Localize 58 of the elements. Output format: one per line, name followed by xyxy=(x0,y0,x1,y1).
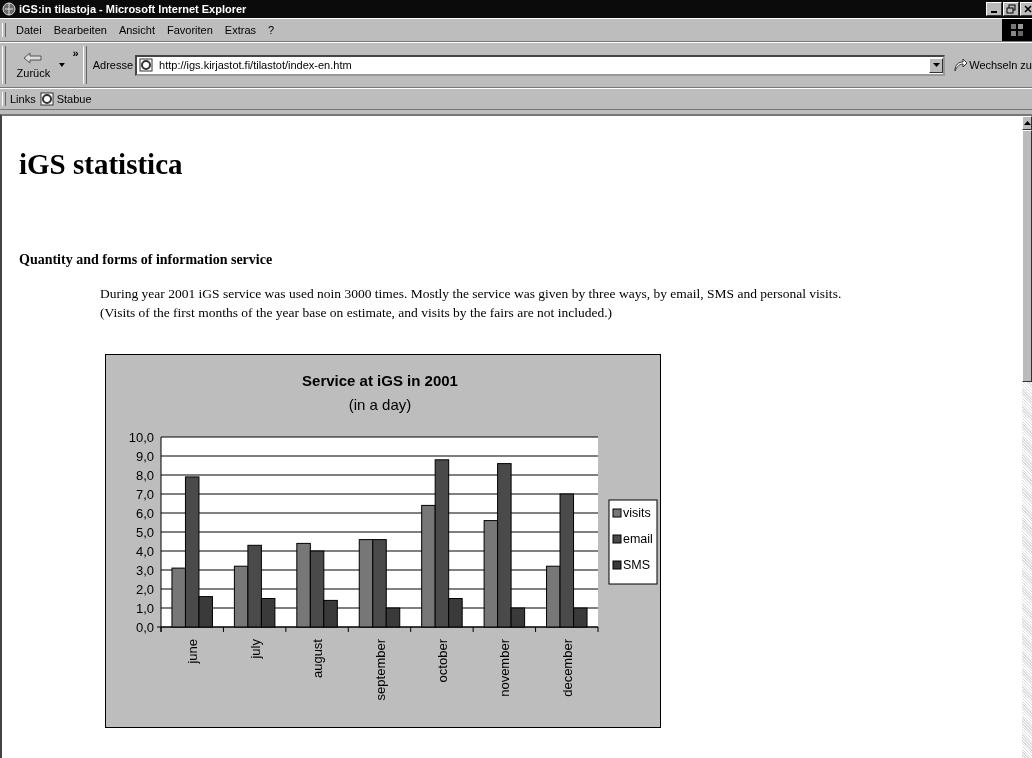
page-heading: iGS statistica xyxy=(19,148,184,181)
close-button[interactable] xyxy=(1020,2,1032,16)
menu-item[interactable]: Bearbeiten xyxy=(47,24,113,36)
scroll-up-button[interactable] xyxy=(1022,116,1032,130)
legend-label: SMS xyxy=(623,558,651,572)
x-tick-label: november xyxy=(497,639,513,697)
caret-icon xyxy=(932,63,940,67)
y-tick-label: 10,0 xyxy=(128,430,154,445)
legend-label: email xyxy=(623,532,653,546)
x-tick-label: august xyxy=(310,639,326,679)
menu-item[interactable]: ? xyxy=(262,24,281,36)
curved-arrow-icon xyxy=(953,58,968,72)
scrollbar[interactable] xyxy=(1022,116,1032,758)
y-tick-label: 1,0 xyxy=(135,601,154,616)
dropdown-button[interactable] xyxy=(929,57,944,73)
section-heading: Quantity and forms of information service xyxy=(19,252,274,268)
more-tools-button[interactable]: » xyxy=(72,47,79,59)
links-label: Links xyxy=(10,93,36,105)
address-label: Adresse xyxy=(92,59,134,71)
y-tick-label: 6,0 xyxy=(135,506,154,521)
minimize-icon xyxy=(991,11,997,13)
page-icon xyxy=(39,92,54,106)
y-tick-label: 7,0 xyxy=(135,487,154,502)
paragraph-line: (Visits of the first months of the year base on estimate, and visits by the fairs are not included.) xyxy=(100,305,614,321)
globe-icon xyxy=(2,2,16,16)
x-tick-label: september xyxy=(372,639,388,701)
window-title: iGS:in tilastoja - Microsoft Internet Explorer xyxy=(19,3,248,15)
go-button[interactable]: Wechseln zu xyxy=(945,58,1032,72)
y-tick-label: 5,0 xyxy=(135,525,154,540)
chart-title: Service at iGS in 2001 xyxy=(302,372,458,389)
caret-icon xyxy=(1023,121,1031,125)
caret-icon[interactable] xyxy=(58,63,65,67)
y-tick-label: 2,0 xyxy=(135,582,154,597)
back-button[interactable]: Zurück xyxy=(9,49,57,81)
x-tick-label: july xyxy=(247,639,263,659)
address-field[interactable]: http://igs.kirjastot.fi/tilastot/index-en.htm xyxy=(135,54,946,76)
minimize-button[interactable] xyxy=(986,2,1002,16)
close-icon xyxy=(1023,4,1032,14)
page-icon xyxy=(139,58,154,72)
x-tick-label: october xyxy=(434,639,450,683)
y-tick-label: 4,0 xyxy=(135,544,154,559)
paragraph-line: During year 2001 iGS service was used noin 3000 times. Mostly the service was given by three ways, by email, SMS and personal visits. xyxy=(100,286,843,302)
x-tick-label: june xyxy=(185,639,201,664)
restore-button[interactable] xyxy=(1003,2,1019,16)
y-tick-label: 8,0 xyxy=(135,468,154,483)
menu-item[interactable]: Favoriten xyxy=(161,24,219,36)
chart-subtitle: (in a day) xyxy=(348,396,412,413)
legend-label: visits xyxy=(623,506,651,520)
y-tick-label: 0,0 xyxy=(135,620,154,635)
x-tick-label: december xyxy=(559,639,575,697)
menu-item[interactable]: Ansicht xyxy=(112,24,161,36)
menu-item[interactable]: Extras xyxy=(218,24,263,36)
restore-icon xyxy=(1006,4,1016,14)
y-tick-label: 3,0 xyxy=(135,563,154,578)
y-tick-label: 9,0 xyxy=(135,449,154,464)
link-item[interactable]: Stabue xyxy=(39,92,92,106)
menu-item[interactable]: Datei xyxy=(10,24,48,36)
left-arrow-icon xyxy=(23,51,44,64)
